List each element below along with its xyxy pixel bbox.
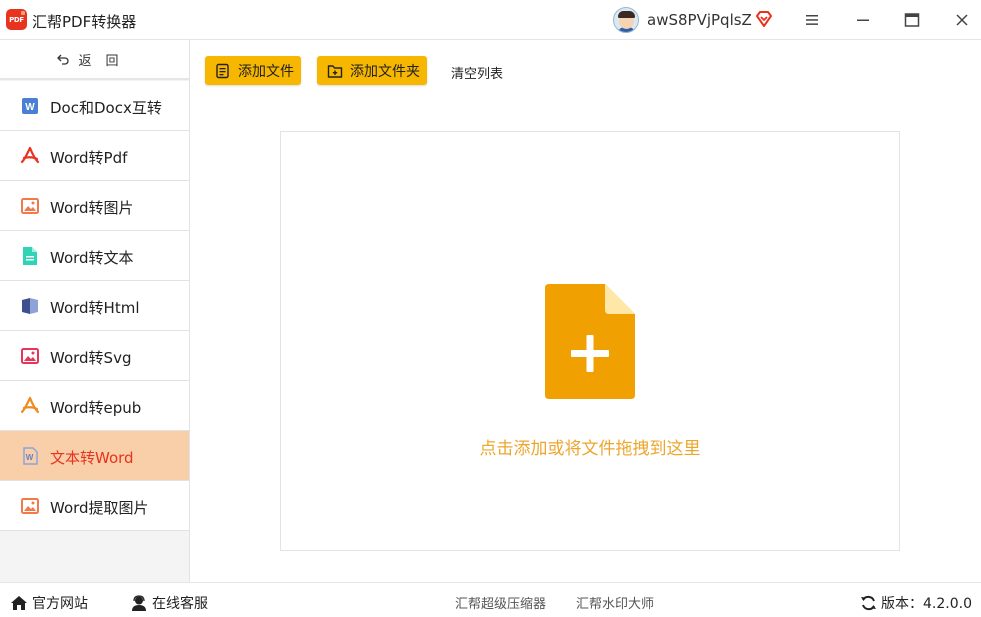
word-doc-icon: W: [22, 98, 38, 114]
sidebar-item-word-image[interactable]: Word转图片: [0, 181, 189, 231]
avatar-hair: [618, 11, 635, 18]
official-website-label: 官方网站: [32, 596, 88, 612]
acrobat-icon: [20, 146, 40, 164]
footer-bar: 官方网站 在线客服 汇帮超级压缩器 汇帮水印大师 版本：4.2.0.0: [0, 582, 981, 617]
home-icon: [11, 596, 27, 610]
sidebar-item-label: Word转Svg: [50, 349, 132, 367]
version-label: 版本：4.2.0.0: [881, 596, 972, 612]
sidebar-item-word-epub[interactable]: Word转epub: [0, 381, 189, 431]
add-folder-label: 添加文件夹: [350, 63, 420, 80]
sidebar-item-label: Word转Pdf: [50, 149, 128, 167]
sidebar-item-word-text[interactable]: Word转文本: [0, 231, 189, 281]
clear-list-button[interactable]: 清空列表: [451, 63, 503, 82]
sidebar-item-word-svg[interactable]: Word转Svg: [0, 331, 189, 381]
sidebar-item-label: 文本转Word: [50, 449, 134, 467]
support-agent-icon: [132, 595, 146, 611]
sidebar-item-label: Word转文本: [50, 249, 134, 267]
sidebar-item-text-word[interactable]: W 文本转Word: [0, 431, 189, 481]
app-logo-text: PDF: [9, 15, 24, 24]
compressor-link[interactable]: 汇帮超级压缩器: [455, 593, 546, 612]
online-support-label: 在线客服: [152, 596, 208, 612]
close-icon[interactable]: [954, 12, 970, 28]
sidebar: 返回 W Doc和Docx互转 Word转Pdf Word转图片 Word转文本: [0, 40, 190, 582]
user-name[interactable]: awS8PVjPqlsZ: [647, 11, 752, 29]
vip-diamond-icon[interactable]: [755, 10, 773, 28]
word-outline-icon: W: [23, 447, 38, 465]
sidebar-item-label: Doc和Docx互转: [50, 99, 162, 117]
sidebar-item-word-html[interactable]: Word转Html: [0, 281, 189, 331]
svg-text:W: W: [26, 453, 34, 462]
file-drop-zone[interactable]: 点击添加或将文件拖拽到这里: [280, 131, 900, 551]
maximize-icon[interactable]: [904, 12, 920, 28]
back-label: 返回: [78, 53, 133, 69]
drop-hint-text[interactable]: 点击添加或将文件拖拽到这里: [281, 434, 899, 459]
book-icon: [22, 298, 38, 314]
svg-text:W: W: [25, 102, 35, 113]
online-support-link[interactable]: 在线客服: [130, 593, 208, 613]
add-folder-icon: [327, 64, 343, 78]
app-logo: PDF: [6, 9, 27, 30]
sidebar-item-label: Word转Html: [50, 299, 140, 317]
image-icon: [21, 198, 39, 214]
app-title: 汇帮PDF转换器: [32, 13, 137, 31]
back-arrow-icon: [57, 54, 70, 65]
official-website-link[interactable]: 官方网站: [10, 593, 88, 613]
sidebar-item-doc-docx[interactable]: W Doc和Docx互转: [0, 81, 189, 131]
user-avatar[interactable]: [613, 7, 639, 33]
version-info[interactable]: 版本：4.2.0.0: [860, 593, 972, 613]
sidebar-item-label: Word提取图片: [50, 499, 149, 517]
sidebar-item-word-pdf[interactable]: Word转Pdf: [0, 131, 189, 181]
add-file-button[interactable]: 添加文件: [205, 56, 301, 85]
sidebar-item-label: Word转epub: [50, 399, 142, 417]
add-folder-button[interactable]: 添加文件夹: [317, 56, 427, 85]
svg-image-icon: [21, 348, 39, 364]
minimize-icon[interactable]: [855, 12, 871, 28]
add-document-icon[interactable]: [545, 284, 635, 399]
extract-image-icon: [21, 498, 39, 514]
sidebar-item-label: Word转图片: [50, 199, 134, 217]
title-bar: PDF 汇帮PDF转换器 awS8PVjPqlsZ: [0, 0, 981, 40]
add-file-label: 添加文件: [238, 63, 294, 80]
menu-icon[interactable]: [804, 12, 820, 28]
refresh-icon: [861, 595, 876, 611]
sidebar-item-extract-image[interactable]: Word提取图片: [0, 481, 189, 531]
add-file-icon: [216, 63, 229, 78]
back-button[interactable]: 返回: [0, 40, 189, 80]
text-file-icon: [23, 247, 37, 265]
epub-icon: [20, 396, 40, 414]
watermark-link[interactable]: 汇帮水印大师: [576, 593, 654, 612]
